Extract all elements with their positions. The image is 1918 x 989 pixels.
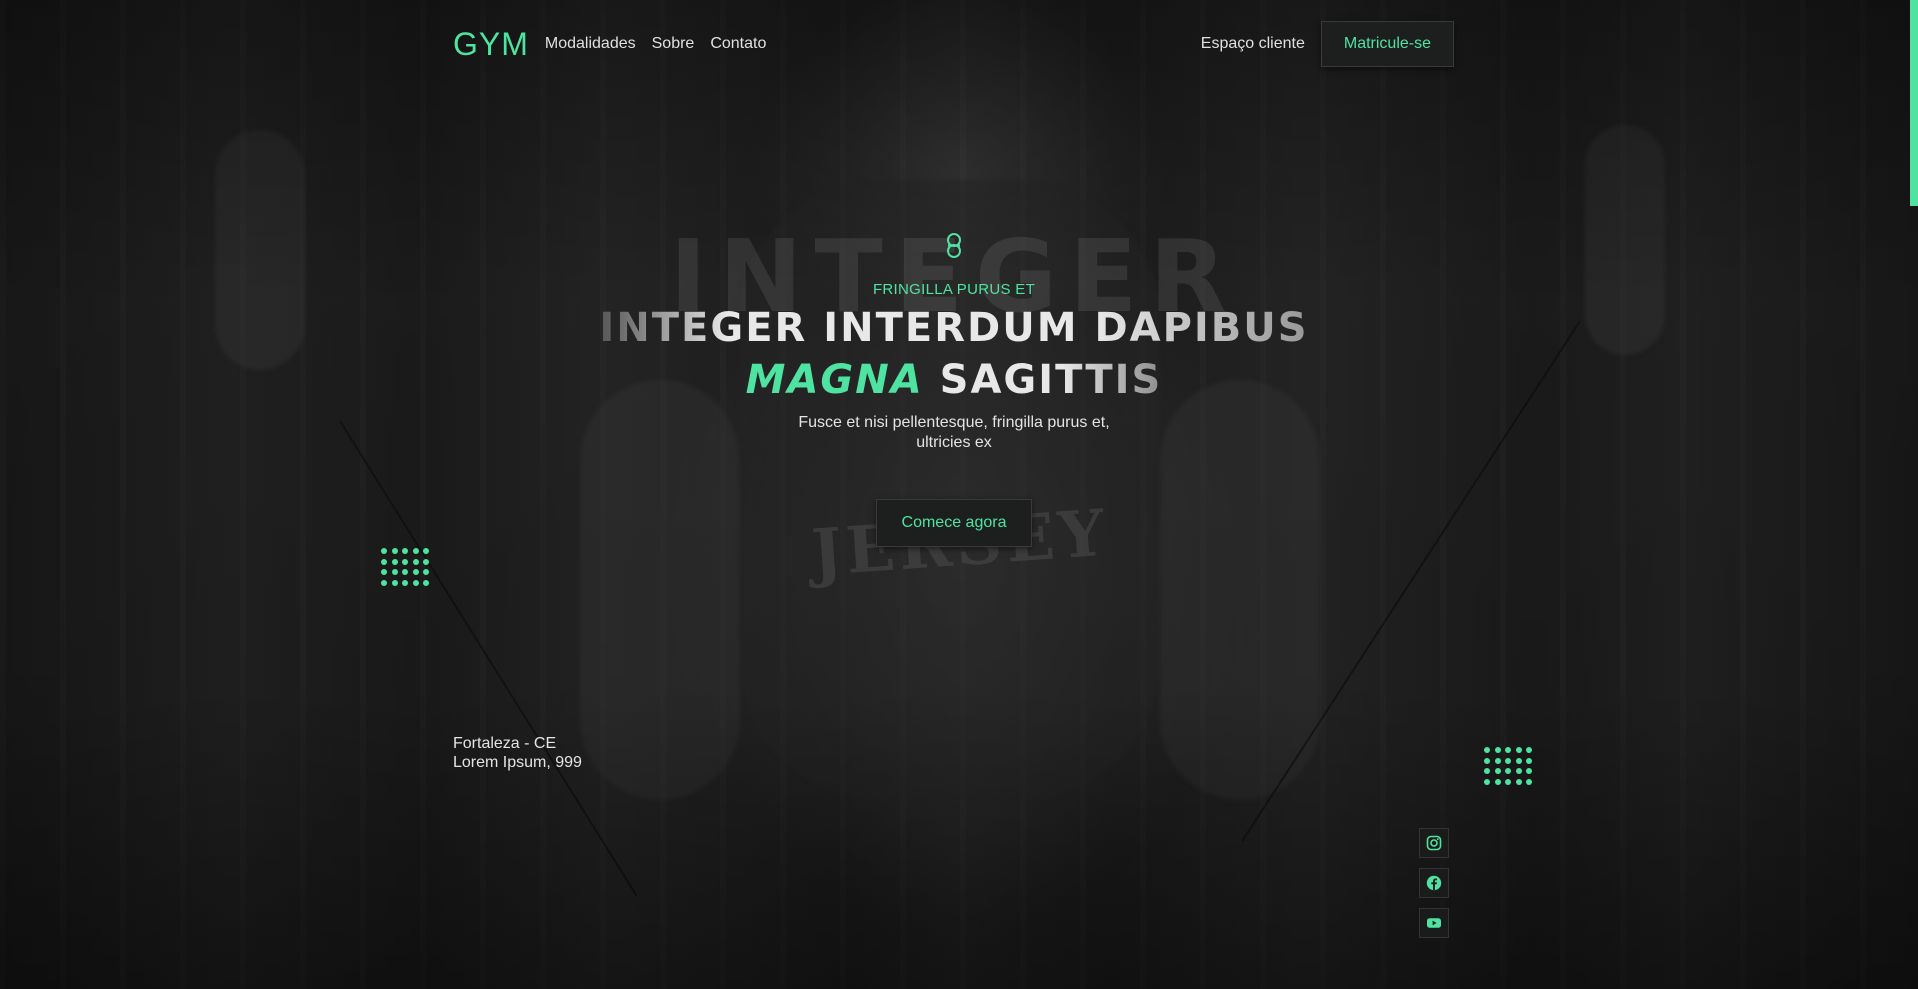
client-area-link[interactable]: Espaço cliente: [1201, 35, 1305, 53]
nav-link-contato[interactable]: Contato: [710, 35, 766, 53]
hero-headline: INTEGER INTERDUM DAPIBUS MAGNA SAGITTIS: [0, 302, 1908, 406]
hero-eyebrow: FRINGILLA PURUS ET: [872, 281, 1036, 298]
dumbbell-icon: [947, 233, 961, 258]
signup-button[interactable]: Matricule-se: [1320, 21, 1454, 67]
background-arm: [1160, 380, 1320, 800]
scroll-indicator[interactable]: [1910, 0, 1918, 206]
dot-pattern-left: [381, 548, 429, 586]
background-cable: [339, 420, 638, 897]
headline-rest: SAGITTIS: [939, 357, 1163, 403]
youtube-icon: [1427, 918, 1441, 928]
dot-pattern-right: [1484, 747, 1532, 785]
social-links: [1419, 828, 1449, 938]
nav-link-modalidades[interactable]: Modalidades: [545, 35, 636, 53]
instagram-icon: [1426, 835, 1442, 851]
start-now-button[interactable]: Comece agora: [876, 499, 1032, 547]
hero-subtitle: Fusce et nisi pellentesque, fringilla pu…: [798, 414, 1110, 451]
youtube-button[interactable]: [1419, 908, 1449, 938]
location-info: Fortaleza - CE Lorem Ipsum, 999: [453, 734, 582, 772]
facebook-icon: [1426, 875, 1442, 891]
hero-background: JERSEY: [0, 0, 1918, 989]
logo[interactable]: GYM: [453, 26, 529, 63]
location-address: Lorem Ipsum, 999: [453, 754, 582, 771]
location-city: Fortaleza - CE: [453, 735, 557, 752]
facebook-button[interactable]: [1419, 868, 1449, 898]
nav-link-sobre[interactable]: Sobre: [652, 35, 695, 53]
headline-accent: MAGNA: [745, 357, 924, 403]
header-actions: Espaço cliente Matricule-se: [1201, 21, 1454, 67]
main-nav: Modalidades Sobre Contato: [545, 35, 766, 53]
instagram-button[interactable]: [1419, 828, 1449, 858]
site-header: GYM Modalidades Sobre Contato Espaço cli…: [453, 18, 1454, 70]
background-arm: [580, 380, 740, 800]
headline-line-1: INTEGER INTERDUM DAPIBUS: [599, 302, 1308, 354]
